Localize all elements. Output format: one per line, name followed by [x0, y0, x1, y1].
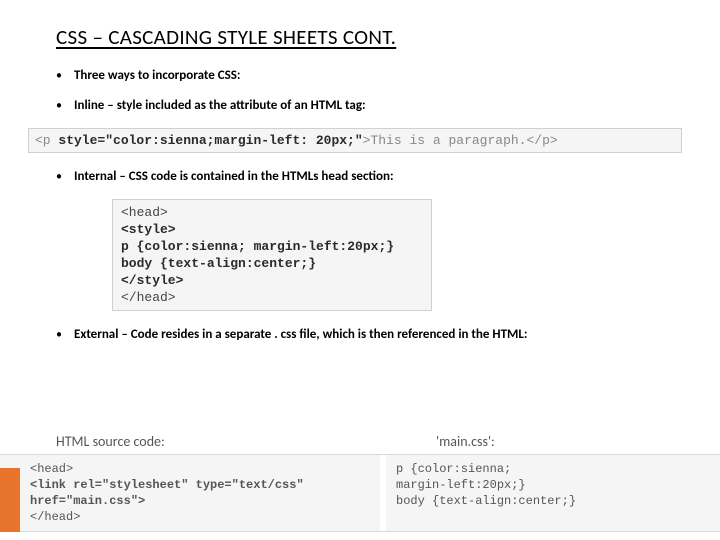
accent-bar — [0, 468, 20, 532]
code-line: </head> — [121, 289, 423, 306]
bullet-external-text: External – Code resides in a separate . … — [74, 327, 676, 343]
code-line: <head> — [121, 204, 423, 221]
bullet-inline-rest: – style included as the attribute of an … — [104, 98, 365, 113]
bullet-internal-label: Internal — [74, 169, 116, 184]
bullet-internal: • Internal – CSS code is contained in th… — [56, 169, 676, 185]
bullet-dot: • — [56, 327, 74, 343]
code-line: body {text-align:center;} — [396, 494, 576, 508]
ext-label-left: HTML source code: — [56, 433, 436, 450]
bullet-external: • External – Code resides in a separate … — [56, 327, 676, 343]
external-section: HTML source code: 'main.css': <head> <li… — [0, 433, 720, 532]
ext-label-right: 'main.css': — [436, 433, 672, 450]
slide-title: CSS – CASCADING STYLE SHEETS CONT. — [56, 24, 676, 50]
code-line: p {color:sienna; — [396, 462, 511, 476]
code-line: <link rel="stylesheet" type="text/css" — [30, 478, 304, 492]
bullet-external-rest: – Code resides in a separate . css file,… — [118, 327, 527, 342]
code-inline-open: <p — [35, 133, 58, 148]
code-line: href="main.css"> — [30, 494, 145, 508]
code-line: body {text-align:center;} — [121, 255, 423, 272]
code-line: </style> — [121, 272, 423, 289]
code-external-css: p {color:sienna; margin-left:20px;} body… — [380, 455, 720, 531]
bullet-dot: • — [56, 98, 74, 114]
bullet-dot: • — [56, 68, 74, 84]
external-codes: <head> <link rel="stylesheet" type="text… — [0, 454, 720, 532]
code-line: <head> — [30, 462, 73, 476]
code-internal: <head> <style> p {color:sienna; margin-l… — [112, 199, 432, 311]
code-inline: <p style="color:sienna;margin-left: 20px… — [28, 128, 682, 153]
code-line: <style> — [121, 221, 423, 238]
code-line: </head> — [30, 510, 80, 524]
bullet-external-label: External — [74, 327, 118, 342]
bullet-internal-rest: – CSS code is contained in the HTMLs hea… — [116, 169, 393, 184]
bullet-inline-label: Inline — [74, 98, 104, 113]
bullet-intro: • Three ways to incorporate CSS: — [56, 68, 676, 84]
bullet-inline: • Inline – style included as the attribu… — [56, 98, 676, 114]
bullet-intro-text: Three ways to incorporate CSS: — [74, 68, 676, 84]
code-line: p {color:sienna; margin-left:20px;} — [121, 238, 423, 255]
code-inline-attr: style="color:sienna;margin-left: 20px;" — [58, 133, 362, 148]
bullet-inline-text: Inline – style included as the attribute… — [74, 98, 676, 114]
bullet-dot: • — [56, 169, 74, 185]
bullet-internal-text: Internal – CSS code is contained in the … — [74, 169, 676, 185]
external-labels: HTML source code: 'main.css': — [0, 433, 720, 454]
code-line: margin-left:20px;} — [396, 478, 526, 492]
code-inline-close: >This is a paragraph.</p> — [363, 133, 558, 148]
code-external-html: <head> <link rel="stylesheet" type="text… — [0, 455, 380, 531]
